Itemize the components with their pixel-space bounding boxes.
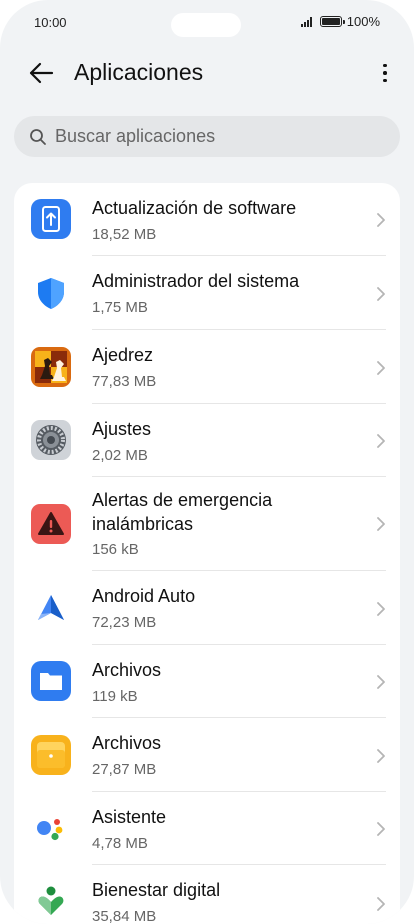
app-name: Asistente (92, 807, 167, 827)
warning-icon (31, 504, 71, 544)
app-size: 35,84 MB (92, 908, 157, 924)
app-size: 1,75 MB (92, 299, 148, 316)
chevron-right-icon (377, 361, 385, 375)
list-item[interactable]: Actualización de software 18,52 MB (14, 183, 400, 256)
assistant-icon (37, 819, 63, 841)
software-update-icon (31, 199, 71, 239)
app-size: 18,52 MB (92, 226, 157, 243)
battery-level: 100% (346, 14, 380, 29)
app-size: 2,02 MB (92, 447, 148, 464)
chevron-right-icon (377, 897, 385, 911)
status-indicators: 100% (300, 14, 380, 29)
list-item[interactable]: Bienestar digital 35,84 MB (14, 865, 400, 924)
list-item[interactable]: Ajustes 2,02 MB (14, 404, 400, 477)
phone-screen: 10:00 100% Aplicaciones Buscar aplicacio… (0, 0, 414, 924)
files-icon (31, 735, 71, 775)
app-size: 77,83 MB (92, 373, 157, 390)
list-item[interactable]: Android Auto 72,23 MB (14, 571, 400, 645)
back-button[interactable] (24, 58, 58, 88)
chess-icon (31, 347, 71, 387)
app-bar: Aplicaciones (0, 50, 414, 96)
list-item[interactable]: Archivos 27,87 MB (14, 718, 400, 792)
app-size: 119 kB (92, 688, 138, 705)
app-name: Ajustes (92, 419, 152, 439)
list-item[interactable]: Asistente 4,78 MB (14, 792, 400, 865)
gear-icon (31, 420, 71, 460)
signal-icon (300, 16, 315, 27)
battery-icon (319, 16, 345, 27)
app-size: 72,23 MB (92, 614, 157, 631)
app-list: Actualización de software 18,52 MB Admin… (14, 183, 400, 924)
app-name: Actualización de software (92, 198, 297, 218)
search-bar[interactable] (14, 116, 400, 157)
more-options-button[interactable] (378, 58, 392, 88)
chevron-right-icon (377, 517, 385, 531)
app-name: Android Auto (92, 586, 196, 606)
app-name: Archivos (92, 733, 162, 753)
search-input[interactable] (55, 126, 375, 147)
list-item[interactable]: Ajedrez 77,83 MB (14, 330, 400, 404)
app-name: Ajedrez (92, 345, 154, 365)
folder-icon (31, 661, 71, 701)
wellbeing-icon (38, 886, 64, 915)
list-item[interactable]: Archivos 119 kB (14, 645, 400, 718)
app-name: Bienestar digital (92, 880, 221, 900)
android-auto-icon (38, 595, 64, 620)
list-item[interactable]: Alertas de emergencia inalámbricas 156 k… (14, 477, 400, 571)
chevron-right-icon (377, 675, 385, 689)
status-time: 10:00 (34, 15, 67, 30)
page-title: Aplicaciones (74, 59, 204, 85)
list-item[interactable]: Administrador del sistema 1,75 MB (14, 256, 400, 330)
app-name: Archivos (92, 660, 162, 680)
search-icon (30, 128, 46, 145)
chevron-right-icon (377, 822, 385, 836)
chevron-right-icon (377, 749, 385, 763)
app-name: Alertas de emergencia inalámbricas (92, 490, 273, 534)
app-name: Administrador del sistema (92, 271, 300, 291)
back-arrow-icon (29, 62, 54, 84)
app-size: 156 kB (92, 541, 139, 558)
app-size: 27,87 MB (92, 761, 157, 778)
more-dot-icon (383, 63, 387, 68)
chevron-right-icon (377, 434, 385, 448)
chevron-right-icon (377, 213, 385, 227)
chevron-right-icon (377, 602, 385, 616)
status-bar: 10:00 100% (0, 0, 414, 46)
app-size: 4,78 MB (92, 835, 148, 852)
chevron-right-icon (377, 287, 385, 301)
camera-notch (171, 13, 241, 37)
shield-icon (38, 278, 64, 309)
